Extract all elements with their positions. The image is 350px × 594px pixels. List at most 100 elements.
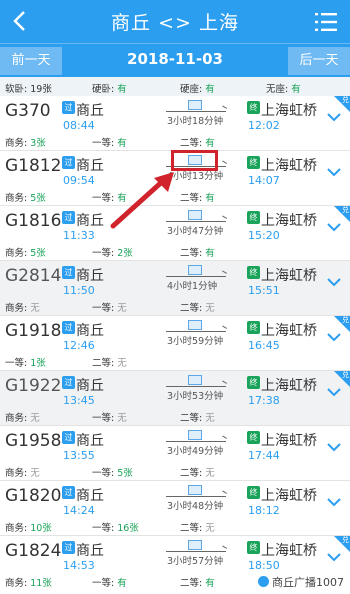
timetable-icon[interactable] bbox=[188, 375, 202, 385]
duration-arrow bbox=[166, 331, 226, 332]
train-code: G370 bbox=[5, 101, 51, 121]
train-code: G1816 bbox=[5, 211, 62, 231]
travel-date[interactable]: 2018-11-03 bbox=[80, 50, 270, 68]
duration-arrow bbox=[166, 276, 226, 277]
arrival-time: 17:38 bbox=[248, 394, 280, 407]
seat-availability-1: 商务: 5张 bbox=[5, 193, 46, 204]
departure-time: 13:55 bbox=[63, 449, 95, 462]
terminal-badge: 终 bbox=[247, 211, 260, 224]
train-code: G1820 bbox=[5, 486, 62, 506]
chevron-down-icon[interactable] bbox=[326, 331, 342, 343]
arrival-station: 上海虹桥 bbox=[261, 158, 317, 174]
seat-availability-3: 二等: 有 bbox=[180, 248, 215, 259]
seat-availability-2: 一等: 无 bbox=[92, 413, 127, 424]
timetable-icon[interactable] bbox=[188, 210, 202, 220]
seat-availability-1: 商务: 11张 bbox=[5, 578, 52, 589]
arrival-time: 16:45 bbox=[248, 339, 280, 352]
pass-through-badge: 过 bbox=[62, 376, 75, 389]
seat-availability-3: 二等: 有 bbox=[180, 138, 215, 149]
train-row[interactable]: G1958 过商丘 13:55 3小时49分钟 终上海虹桥 17:44 商务: 无 一等: 5… bbox=[0, 426, 350, 481]
seat-availability-3: 二等: 有 bbox=[180, 193, 215, 204]
seat-availability-3: 二等: 无 bbox=[180, 413, 215, 424]
train-row[interactable]: G1922 过商丘 13:45 3小时53分钟 终上海虹桥 17:38 商务: 无 一等: 无… bbox=[0, 371, 350, 426]
terminal-badge: 终 bbox=[247, 431, 260, 444]
seat-availability-3: 二等: 无 bbox=[180, 468, 215, 479]
timetable-icon[interactable] bbox=[188, 100, 202, 110]
arrival-station: 上海虹桥 bbox=[261, 213, 317, 229]
train-code: G1958 bbox=[5, 431, 62, 451]
pass-through-badge: 过 bbox=[62, 321, 75, 334]
seat-availability-2: 二等: 无 bbox=[92, 358, 127, 369]
chevron-down-icon[interactable] bbox=[326, 276, 342, 288]
timetable-icon[interactable] bbox=[188, 540, 202, 550]
pass-through-badge: 过 bbox=[62, 266, 75, 279]
seat-availability-2: 一等: 有 bbox=[92, 578, 127, 589]
departure-time: 14:24 bbox=[63, 504, 95, 517]
prev-day-button[interactable]: 前一天 bbox=[0, 47, 62, 75]
seat-availability-2: 一等: 5张 bbox=[92, 468, 133, 479]
corner-tag-text: 兑 bbox=[342, 371, 349, 379]
chevron-down-icon[interactable] bbox=[326, 441, 342, 453]
terminal-badge: 终 bbox=[247, 156, 260, 169]
pass-through-badge: 过 bbox=[62, 211, 75, 224]
no-seat-summary: 无座: 有 bbox=[266, 81, 301, 95]
timetable-icon[interactable] bbox=[188, 485, 202, 495]
top-bar: 商丘 <> 上海 bbox=[0, 0, 350, 43]
arrival-time: 12:02 bbox=[248, 119, 280, 132]
timetable-icon[interactable] bbox=[188, 265, 202, 275]
arrival-time: 15:20 bbox=[248, 229, 280, 242]
duration: 3小时49分钟 bbox=[167, 446, 224, 457]
watermark: 商丘广播1007 bbox=[258, 574, 344, 590]
train-row[interactable]: G370 过商丘 08:44 3小时18分钟 终上海虹桥 12:02 商务: 3张 一等: 有… bbox=[0, 96, 350, 151]
train-code: G1922 bbox=[5, 376, 62, 396]
duration: 3小时53分钟 bbox=[167, 391, 224, 402]
back-button[interactable] bbox=[6, 4, 36, 38]
chevron-down-icon[interactable] bbox=[326, 111, 342, 123]
arrival-station: 上海虹桥 bbox=[261, 378, 317, 394]
departure-station: 商丘 bbox=[76, 103, 104, 119]
departure-station: 商丘 bbox=[76, 378, 104, 394]
pass-through-badge: 过 bbox=[62, 101, 75, 114]
pass-through-badge: 过 bbox=[62, 431, 75, 444]
seat-availability-1: 商务: 3张 bbox=[5, 138, 46, 149]
departure-station: 商丘 bbox=[76, 268, 104, 284]
chevron-down-icon[interactable] bbox=[326, 386, 342, 398]
arrival-station: 上海虹桥 bbox=[261, 488, 317, 504]
next-day-button[interactable]: 后一天 bbox=[288, 47, 350, 75]
soft-sleeper-summary: 软卧: 19张 bbox=[5, 81, 52, 95]
list-icon bbox=[315, 13, 337, 31]
arrival-station: 上海虹桥 bbox=[261, 323, 317, 339]
pass-through-badge: 过 bbox=[62, 486, 75, 499]
departure-time: 09:54 bbox=[63, 174, 95, 187]
seat-availability-1: 一等: 1张 bbox=[5, 358, 46, 369]
train-row[interactable]: G2814 过商丘 11:50 4小时1分钟 终上海虹桥 15:51 商务: 无 一等: 无 二… bbox=[0, 261, 350, 316]
seat-availability-2: 一等: 无 bbox=[92, 303, 127, 314]
departure-time: 08:44 bbox=[63, 119, 95, 132]
pass-through-badge: 过 bbox=[62, 156, 75, 169]
timetable-icon[interactable] bbox=[188, 320, 202, 330]
terminal-badge: 终 bbox=[247, 101, 260, 114]
chevron-down-icon[interactable] bbox=[326, 551, 342, 563]
departure-time: 13:45 bbox=[63, 394, 95, 407]
duration-arrow bbox=[166, 441, 226, 442]
seat-availability-1: 商务: 无 bbox=[5, 413, 40, 424]
date-bar: 前一天 2018-11-03 后一天 bbox=[0, 43, 350, 77]
train-code: G1824 bbox=[5, 541, 62, 561]
menu-button[interactable] bbox=[314, 10, 338, 34]
no-seat-value: 有 bbox=[291, 84, 301, 95]
arrival-time: 18:50 bbox=[248, 559, 280, 572]
departure-station: 商丘 bbox=[76, 213, 104, 229]
duration-arrow bbox=[166, 496, 226, 497]
duration: 3小时57分钟 bbox=[167, 556, 224, 567]
chevron-down-icon[interactable] bbox=[326, 221, 342, 233]
timetable-icon[interactable] bbox=[188, 430, 202, 440]
seat-availability-3: 二等: 有 bbox=[180, 578, 215, 589]
corner-tag-text: 兑 bbox=[342, 316, 349, 324]
arrival-station: 上海虹桥 bbox=[261, 433, 317, 449]
hard-sleeper-value: 有 bbox=[117, 84, 127, 95]
hard-seat-summary: 硬座: 有 bbox=[180, 81, 215, 95]
chevron-down-icon[interactable] bbox=[326, 166, 342, 178]
train-row[interactable]: G1820 过商丘 14:24 3小时48分钟 终上海虹桥 18:12 商务: 10张 一等:… bbox=[0, 481, 350, 536]
chevron-down-icon[interactable] bbox=[326, 496, 342, 508]
train-row[interactable]: G1918 过商丘 12:46 3小时59分钟 终上海虹桥 16:45 一等: 1张 二等: … bbox=[0, 316, 350, 371]
